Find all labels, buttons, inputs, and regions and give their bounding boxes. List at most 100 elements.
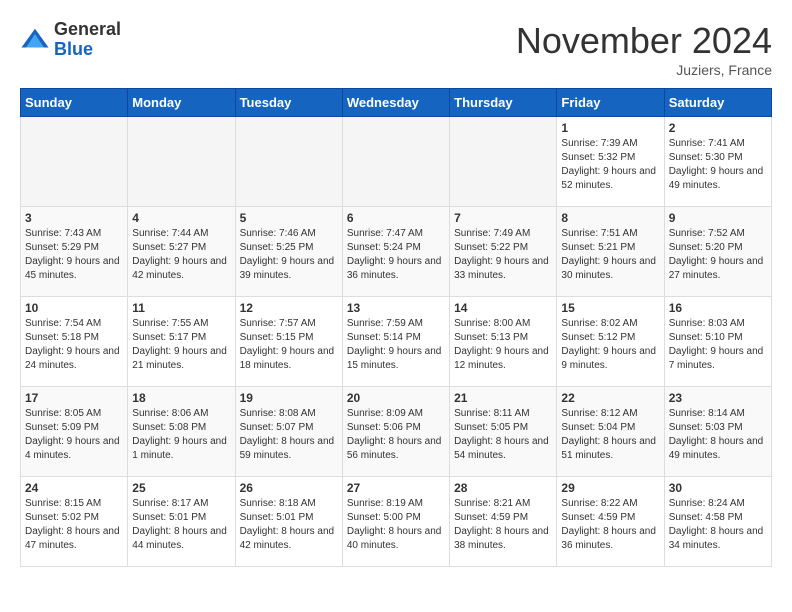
header-cell-wednesday: Wednesday	[342, 89, 449, 117]
calendar-cell: 12 Sunrise: 7:57 AM Sunset: 5:15 PM Dayli…	[235, 297, 342, 387]
calendar-cell: 2 Sunrise: 7:41 AM Sunset: 5:30 PM Daylig…	[664, 117, 771, 207]
day-info: Sunrise: 8:03 AM Sunset: 5:10 PM Dayligh…	[669, 317, 767, 373]
day-info: Sunrise: 8:09 AM Sunset: 5:06 PM Dayligh…	[347, 407, 445, 463]
calendar-cell: 14 Sunrise: 8:00 AM Sunset: 5:13 PM Dayli…	[450, 297, 557, 387]
day-number: 30	[669, 481, 767, 495]
day-info: Sunrise: 7:52 AM Sunset: 5:20 PM Dayligh…	[669, 227, 767, 283]
day-info: Sunrise: 8:02 AM Sunset: 5:12 PM Dayligh…	[561, 317, 659, 373]
calendar-cell: 16 Sunrise: 8:03 AM Sunset: 5:10 PM Dayli…	[664, 297, 771, 387]
day-number: 13	[347, 301, 445, 315]
month-title: November 2024	[516, 20, 772, 62]
day-number: 17	[25, 391, 123, 405]
day-info: Sunrise: 7:39 AM Sunset: 5:32 PM Dayligh…	[561, 137, 659, 193]
logo-text: General Blue	[54, 20, 121, 60]
day-number: 14	[454, 301, 552, 315]
calendar-cell: 30 Sunrise: 8:24 AM Sunset: 4:58 PM Dayli…	[664, 477, 771, 567]
day-info: Sunrise: 7:41 AM Sunset: 5:30 PM Dayligh…	[669, 137, 767, 193]
day-info: Sunrise: 8:00 AM Sunset: 5:13 PM Dayligh…	[454, 317, 552, 373]
day-number: 5	[240, 211, 338, 225]
day-info: Sunrise: 8:05 AM Sunset: 5:09 PM Dayligh…	[25, 407, 123, 463]
day-number: 29	[561, 481, 659, 495]
page-header: General Blue November 2024 Juziers, Fran…	[20, 20, 772, 78]
calendar: SundayMondayTuesdayWednesdayThursdayFrid…	[20, 88, 772, 567]
header-cell-saturday: Saturday	[664, 89, 771, 117]
day-number: 7	[454, 211, 552, 225]
day-info: Sunrise: 7:51 AM Sunset: 5:21 PM Dayligh…	[561, 227, 659, 283]
calendar-cell: 17 Sunrise: 8:05 AM Sunset: 5:09 PM Dayli…	[21, 387, 128, 477]
day-info: Sunrise: 8:06 AM Sunset: 5:08 PM Dayligh…	[132, 407, 230, 463]
calendar-cell: 19 Sunrise: 8:08 AM Sunset: 5:07 PM Dayli…	[235, 387, 342, 477]
day-number: 24	[25, 481, 123, 495]
day-number: 1	[561, 121, 659, 135]
day-info: Sunrise: 7:55 AM Sunset: 5:17 PM Dayligh…	[132, 317, 230, 373]
day-number: 18	[132, 391, 230, 405]
calendar-cell: 1 Sunrise: 7:39 AM Sunset: 5:32 PM Daylig…	[557, 117, 664, 207]
calendar-cell	[128, 117, 235, 207]
day-number: 26	[240, 481, 338, 495]
day-info: Sunrise: 8:24 AM Sunset: 4:58 PM Dayligh…	[669, 497, 767, 553]
week-row-5: 24 Sunrise: 8:15 AM Sunset: 5:02 PM Dayli…	[21, 477, 772, 567]
header-cell-thursday: Thursday	[450, 89, 557, 117]
week-row-2: 3Sunrise: 7:43 AM Sunset: 5:29 PM Daylig…	[21, 207, 772, 297]
calendar-cell: 21Sunrise: 8:11 AM Sunset: 5:05 PM Dayli…	[450, 387, 557, 477]
day-number: 12	[240, 301, 338, 315]
day-number: 27	[347, 481, 445, 495]
day-info: Sunrise: 7:54 AM Sunset: 5:18 PM Dayligh…	[25, 317, 123, 373]
calendar-cell: 29Sunrise: 8:22 AM Sunset: 4:59 PM Dayli…	[557, 477, 664, 567]
week-row-3: 10 Sunrise: 7:54 AM Sunset: 5:18 PM Dayli…	[21, 297, 772, 387]
day-number: 22	[561, 391, 659, 405]
day-number: 21	[454, 391, 552, 405]
logo: General Blue	[20, 20, 121, 60]
calendar-cell: 20 Sunrise: 8:09 AM Sunset: 5:06 PM Dayli…	[342, 387, 449, 477]
calendar-cell: 27 Sunrise: 8:19 AM Sunset: 5:00 PM Dayli…	[342, 477, 449, 567]
calendar-cell: 18 Sunrise: 8:06 AM Sunset: 5:08 PM Dayli…	[128, 387, 235, 477]
logo-icon	[20, 25, 50, 55]
day-number: 20	[347, 391, 445, 405]
calendar-body: 1 Sunrise: 7:39 AM Sunset: 5:32 PM Daylig…	[21, 117, 772, 567]
day-number: 25	[132, 481, 230, 495]
day-number: 16	[669, 301, 767, 315]
day-info: Sunrise: 8:14 AM Sunset: 5:03 PM Dayligh…	[669, 407, 767, 463]
calendar-cell: 3Sunrise: 7:43 AM Sunset: 5:29 PM Daylig…	[21, 207, 128, 297]
day-number: 6	[347, 211, 445, 225]
calendar-cell: 25 Sunrise: 8:17 AM Sunset: 5:01 PM Dayli…	[128, 477, 235, 567]
day-number: 28	[454, 481, 552, 495]
day-info: Sunrise: 8:21 AM Sunset: 4:59 PM Dayligh…	[454, 497, 552, 553]
day-info: Sunrise: 7:49 AM Sunset: 5:22 PM Dayligh…	[454, 227, 552, 283]
day-info: Sunrise: 8:18 AM Sunset: 5:01 PM Dayligh…	[240, 497, 338, 553]
calendar-cell: 23Sunrise: 8:14 AM Sunset: 5:03 PM Dayli…	[664, 387, 771, 477]
day-number: 3	[25, 211, 123, 225]
calendar-cell: 28 Sunrise: 8:21 AM Sunset: 4:59 PM Dayli…	[450, 477, 557, 567]
calendar-header-row: SundayMondayTuesdayWednesdayThursdayFrid…	[21, 89, 772, 117]
calendar-cell: 8 Sunrise: 7:51 AM Sunset: 5:21 PM Daylig…	[557, 207, 664, 297]
calendar-cell: 9Sunrise: 7:52 AM Sunset: 5:20 PM Daylig…	[664, 207, 771, 297]
day-info: Sunrise: 8:17 AM Sunset: 5:01 PM Dayligh…	[132, 497, 230, 553]
day-number: 8	[561, 211, 659, 225]
day-info: Sunrise: 8:15 AM Sunset: 5:02 PM Dayligh…	[25, 497, 123, 553]
day-number: 19	[240, 391, 338, 405]
day-info: Sunrise: 8:19 AM Sunset: 5:00 PM Dayligh…	[347, 497, 445, 553]
calendar-cell: 22 Sunrise: 8:12 AM Sunset: 5:04 PM Dayli…	[557, 387, 664, 477]
calendar-cell: 15Sunrise: 8:02 AM Sunset: 5:12 PM Dayli…	[557, 297, 664, 387]
day-info: Sunrise: 7:59 AM Sunset: 5:14 PM Dayligh…	[347, 317, 445, 373]
calendar-cell: 5 Sunrise: 7:46 AM Sunset: 5:25 PM Daylig…	[235, 207, 342, 297]
header-cell-sunday: Sunday	[21, 89, 128, 117]
day-info: Sunrise: 7:44 AM Sunset: 5:27 PM Dayligh…	[132, 227, 230, 283]
header-cell-monday: Monday	[128, 89, 235, 117]
calendar-cell: 26 Sunrise: 8:18 AM Sunset: 5:01 PM Dayli…	[235, 477, 342, 567]
week-row-4: 17 Sunrise: 8:05 AM Sunset: 5:09 PM Dayli…	[21, 387, 772, 477]
calendar-cell: 6 Sunrise: 7:47 AM Sunset: 5:24 PM Daylig…	[342, 207, 449, 297]
day-number: 2	[669, 121, 767, 135]
calendar-cell: 13 Sunrise: 7:59 AM Sunset: 5:14 PM Dayli…	[342, 297, 449, 387]
calendar-cell	[342, 117, 449, 207]
week-row-1: 1 Sunrise: 7:39 AM Sunset: 5:32 PM Daylig…	[21, 117, 772, 207]
calendar-cell: 7 Sunrise: 7:49 AM Sunset: 5:22 PM Daylig…	[450, 207, 557, 297]
day-info: Sunrise: 7:47 AM Sunset: 5:24 PM Dayligh…	[347, 227, 445, 283]
day-info: Sunrise: 8:12 AM Sunset: 5:04 PM Dayligh…	[561, 407, 659, 463]
day-info: Sunrise: 7:57 AM Sunset: 5:15 PM Dayligh…	[240, 317, 338, 373]
day-info: Sunrise: 7:46 AM Sunset: 5:25 PM Dayligh…	[240, 227, 338, 283]
day-number: 10	[25, 301, 123, 315]
day-info: Sunrise: 8:08 AM Sunset: 5:07 PM Dayligh…	[240, 407, 338, 463]
title-block: November 2024 Juziers, France	[516, 20, 772, 78]
day-number: 11	[132, 301, 230, 315]
